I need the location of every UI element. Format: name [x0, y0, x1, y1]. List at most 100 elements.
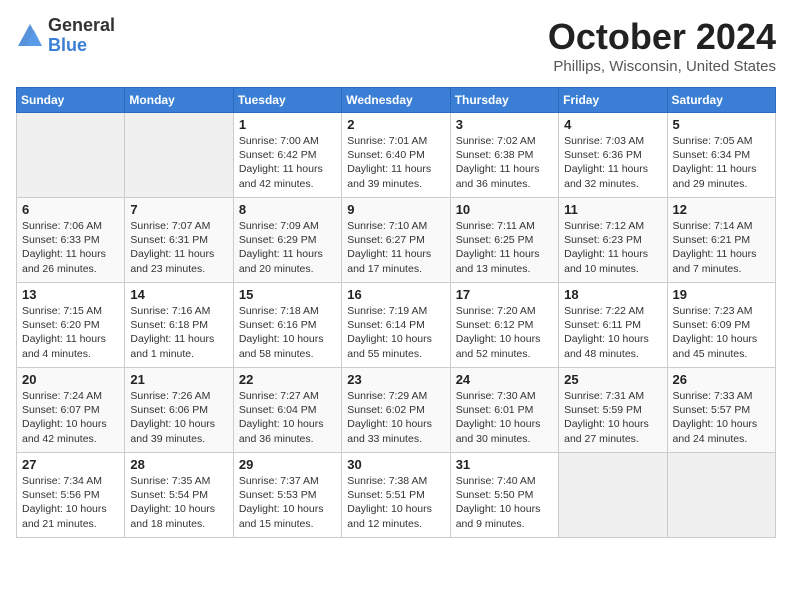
cell-info-line: Sunrise: 7:14 AM	[673, 219, 770, 233]
cell-info-line: and 48 minutes.	[564, 347, 661, 361]
day-number: 29	[239, 457, 336, 472]
day-number: 1	[239, 117, 336, 132]
cell-info-line: Sunrise: 7:23 AM	[673, 304, 770, 318]
cell-info-line: and 15 minutes.	[239, 517, 336, 531]
cell-info-line: Sunrise: 7:03 AM	[564, 134, 661, 148]
calendar-cell: 17Sunrise: 7:20 AMSunset: 6:12 PMDayligh…	[450, 283, 558, 368]
day-number: 5	[673, 117, 770, 132]
day-number: 16	[347, 287, 444, 302]
cell-info-line: and 42 minutes.	[22, 432, 119, 446]
calendar-cell: 24Sunrise: 7:30 AMSunset: 6:01 PMDayligh…	[450, 368, 558, 453]
cell-info-line: Sunset: 6:33 PM	[22, 233, 119, 247]
cell-info-line: and 4 minutes.	[22, 347, 119, 361]
weekday-header: Friday	[559, 88, 667, 113]
day-number: 31	[456, 457, 553, 472]
cell-info-line: Sunset: 5:53 PM	[239, 488, 336, 502]
cell-info-line: and 21 minutes.	[22, 517, 119, 531]
cell-info-line: Daylight: 11 hours	[347, 247, 444, 261]
cell-info-line: Sunset: 6:25 PM	[456, 233, 553, 247]
day-number: 7	[130, 202, 227, 217]
cell-info-line: Sunrise: 7:16 AM	[130, 304, 227, 318]
calendar-cell: 11Sunrise: 7:12 AMSunset: 6:23 PMDayligh…	[559, 198, 667, 283]
calendar-week-row: 13 Sunrise: 7:15 AMSunset: 6:20 PM Dayligh…	[17, 283, 776, 368]
cell-info-line: Sunrise: 7:27 AM	[239, 389, 336, 403]
cell-info-line: Sunrise: 7:35 AM	[130, 474, 227, 488]
cell-info-line: and 32 minutes.	[564, 177, 661, 191]
cell-info-line: Sunset: 6:36 PM	[564, 148, 661, 162]
cell-info-line: Sunrise: 7:05 AM	[673, 134, 770, 148]
cell-info-line: Daylight: 10 hours	[673, 417, 770, 431]
cell-info-line: and 20 minutes.	[239, 262, 336, 276]
cell-info-line: Sunrise: 7:15 AM	[22, 304, 119, 318]
cell-info-line: and 12 minutes.	[347, 517, 444, 531]
cell-info-line: and 10 minutes.	[564, 262, 661, 276]
cell-info-line: Sunset: 6:07 PM	[22, 403, 119, 417]
cell-info-line: Sunrise: 7:01 AM	[347, 134, 444, 148]
calendar-title: October 2024	[548, 16, 776, 58]
cell-info-line: and 1 minute.	[130, 347, 227, 361]
cell-info-line: Sunset: 6:01 PM	[456, 403, 553, 417]
calendar-header: SundayMondayTuesdayWednesdayThursdayFrid…	[17, 88, 776, 113]
calendar-cell: 27Sunrise: 7:34 AMSunset: 5:56 PMDayligh…	[17, 453, 125, 538]
cell-info-line: Sunset: 6:38 PM	[456, 148, 553, 162]
day-number: 12	[673, 202, 770, 217]
cell-info-line: Sunrise: 7:37 AM	[239, 474, 336, 488]
cell-info-line: and 24 minutes.	[673, 432, 770, 446]
cell-info-line: and 58 minutes.	[239, 347, 336, 361]
cell-info-line: Daylight: 11 hours	[239, 247, 336, 261]
cell-info-line: Sunset: 6:23 PM	[564, 233, 661, 247]
cell-info-line: Daylight: 11 hours	[673, 247, 770, 261]
day-number: 13	[22, 287, 119, 302]
calendar-cell: 28Sunrise: 7:35 AMSunset: 5:54 PMDayligh…	[125, 453, 233, 538]
page-header: General Blue October 2024 Phillips, Wisc…	[16, 16, 776, 75]
cell-info-line: and 26 minutes.	[22, 262, 119, 276]
cell-info-line: Sunset: 6:12 PM	[456, 318, 553, 332]
cell-info-line: Sunrise: 7:34 AM	[22, 474, 119, 488]
logo-text: General Blue	[48, 16, 115, 56]
cell-info-line: and 23 minutes.	[130, 262, 227, 276]
cell-info-line: Daylight: 10 hours	[456, 502, 553, 516]
day-number: 20	[22, 372, 119, 387]
cell-info-line: Sunset: 6:06 PM	[130, 403, 227, 417]
day-number: 6	[22, 202, 119, 217]
cell-info-line: Daylight: 11 hours	[456, 247, 553, 261]
cell-info-line: Sunset: 6:16 PM	[239, 318, 336, 332]
weekday-header: Sunday	[17, 88, 125, 113]
cell-info-line: Sunset: 5:57 PM	[673, 403, 770, 417]
calendar-cell: 6Sunrise: 7:06 AMSunset: 6:33 PMDaylight…	[17, 198, 125, 283]
calendar-cell: 31Sunrise: 7:40 AMSunset: 5:50 PMDayligh…	[450, 453, 558, 538]
cell-info-line: Sunrise: 7:07 AM	[130, 219, 227, 233]
day-number: 22	[239, 372, 336, 387]
cell-info-line: and 36 minutes.	[456, 177, 553, 191]
cell-info-line: Daylight: 11 hours	[347, 162, 444, 176]
cell-info-line: Daylight: 11 hours	[456, 162, 553, 176]
cell-info-line: Sunrise: 7:38 AM	[347, 474, 444, 488]
cell-info-line: Sunrise: 7:10 AM	[347, 219, 444, 233]
cell-info-line: and 29 minutes.	[673, 177, 770, 191]
calendar-cell	[667, 453, 775, 538]
cell-info-line: Sunset: 6:20 PM	[22, 318, 119, 332]
day-number: 2	[347, 117, 444, 132]
cell-info-line: Daylight: 10 hours	[347, 417, 444, 431]
calendar-cell: 20Sunrise: 7:24 AMSunset: 6:07 PMDayligh…	[17, 368, 125, 453]
cell-info-line: Daylight: 11 hours	[130, 247, 227, 261]
calendar-week-row: 6Sunrise: 7:06 AMSunset: 6:33 PMDaylight…	[17, 198, 776, 283]
cell-info-line: Daylight: 11 hours	[130, 332, 227, 346]
calendar-cell: 14Sunrise: 7:16 AMSunset: 6:18 PMDayligh…	[125, 283, 233, 368]
cell-info-line: Sunrise: 7:09 AM	[239, 219, 336, 233]
day-number: 21	[130, 372, 227, 387]
logo-icon	[16, 22, 44, 50]
calendar-cell	[559, 453, 667, 538]
cell-info-line: Sunrise: 7:02 AM	[456, 134, 553, 148]
cell-info-line: Daylight: 10 hours	[239, 417, 336, 431]
cell-info-line: Sunset: 6:29 PM	[239, 233, 336, 247]
cell-info-line: and 13 minutes.	[456, 262, 553, 276]
calendar-cell	[125, 113, 233, 198]
weekday-row: SundayMondayTuesdayWednesdayThursdayFrid…	[17, 88, 776, 113]
calendar-cell: 2Sunrise: 7:01 AMSunset: 6:40 PMDaylight…	[342, 113, 450, 198]
day-number: 30	[347, 457, 444, 472]
cell-info-line: and 17 minutes.	[347, 262, 444, 276]
cell-info-line: and 55 minutes.	[347, 347, 444, 361]
day-number: 26	[673, 372, 770, 387]
calendar-cell: 18Sunrise: 7:22 AMSunset: 6:11 PMDayligh…	[559, 283, 667, 368]
